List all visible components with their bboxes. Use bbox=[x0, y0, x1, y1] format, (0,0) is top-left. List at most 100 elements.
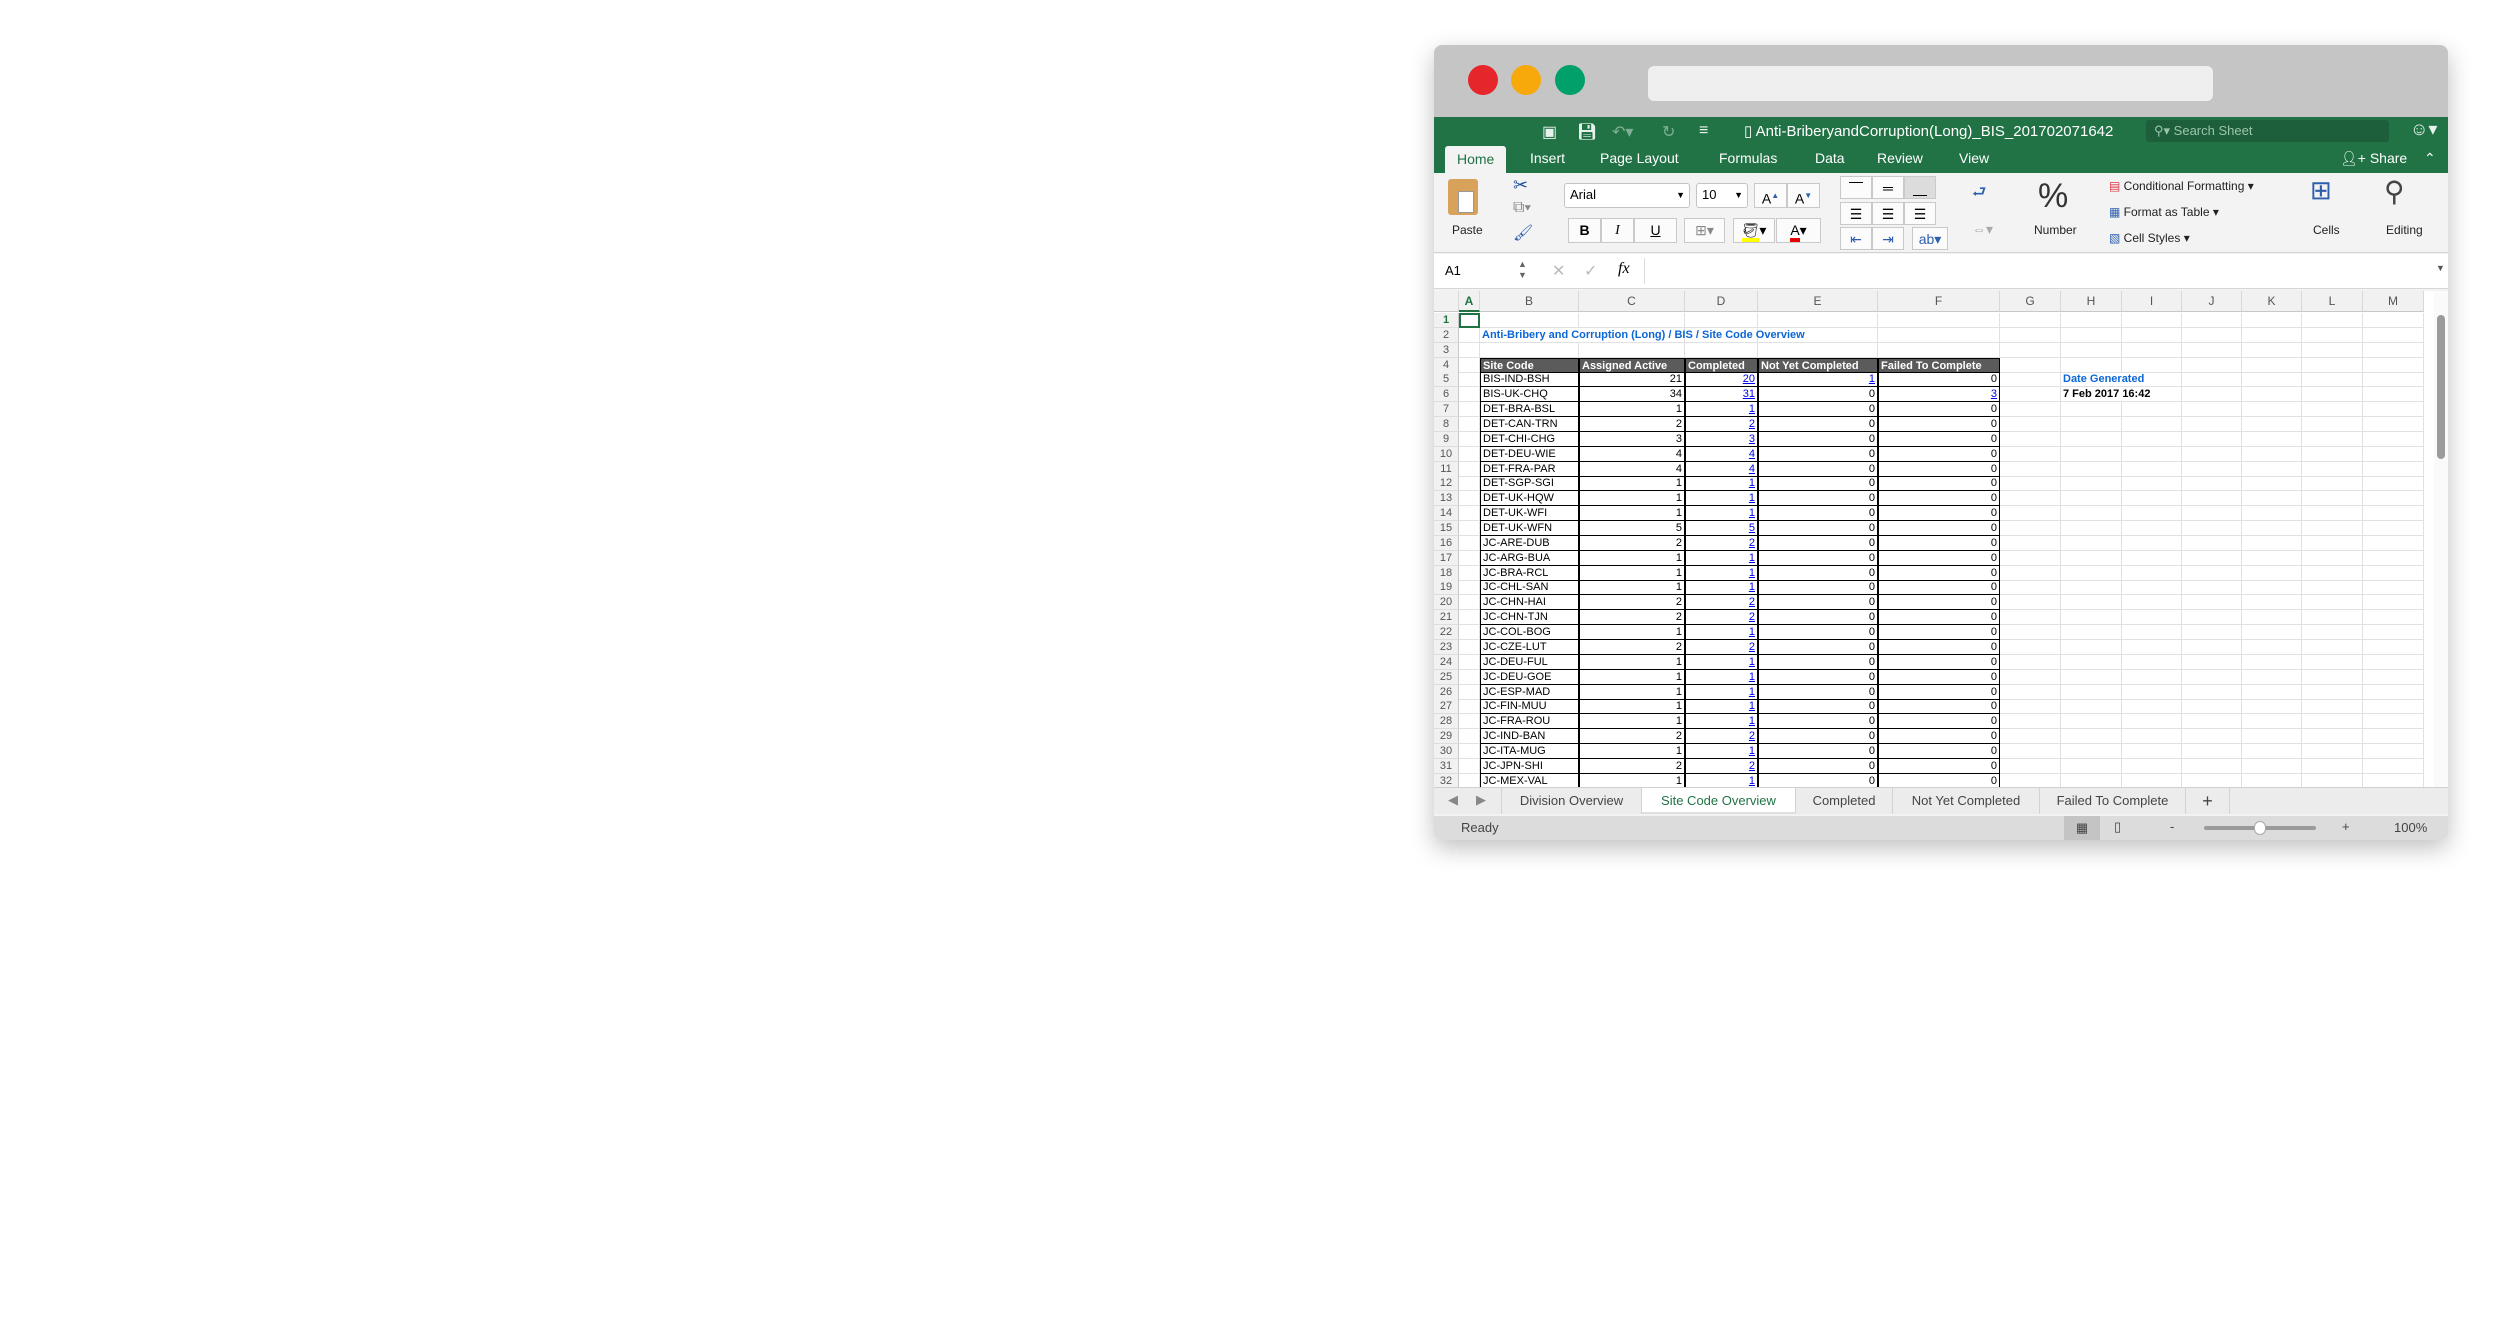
cell[interactable] bbox=[2122, 550, 2182, 566]
cell[interactable] bbox=[2363, 327, 2424, 343]
column-header-e[interactable]: E bbox=[1758, 291, 1878, 312]
table-header-cell[interactable]: Site Code bbox=[1480, 357, 1579, 373]
cell[interactable] bbox=[2122, 521, 2182, 537]
value-cell[interactable]: 0 bbox=[1758, 521, 1878, 537]
site-code-cell[interactable]: DET-DEU-WIE bbox=[1480, 446, 1579, 462]
row-header[interactable]: 27 bbox=[1434, 699, 1459, 715]
orientation-button[interactable]: ab▾ bbox=[1912, 227, 1948, 250]
row-header[interactable]: 4 bbox=[1434, 357, 1459, 373]
cell[interactable] bbox=[2122, 669, 2182, 685]
site-code-cell[interactable]: DET-CAN-TRN bbox=[1480, 417, 1579, 433]
expand-formula-bar-icon[interactable]: ▼ bbox=[2436, 263, 2445, 273]
site-code-cell[interactable]: JC-FRA-ROU bbox=[1480, 714, 1579, 730]
cell[interactable] bbox=[2182, 729, 2242, 745]
align-middle-button[interactable]: ═ bbox=[1872, 176, 1904, 199]
cell[interactable] bbox=[2242, 491, 2302, 507]
cell[interactable] bbox=[2182, 327, 2242, 343]
cell[interactable] bbox=[2302, 491, 2363, 507]
site-code-cell[interactable]: JC-DEU-GOE bbox=[1480, 669, 1579, 685]
value-link[interactable]: 1 bbox=[1685, 491, 1758, 507]
value-cell[interactable]: 0 bbox=[1758, 699, 1878, 715]
value-cell[interactable]: 0 bbox=[1758, 565, 1878, 581]
site-code-cell[interactable]: JC-ESP-MAD bbox=[1480, 684, 1579, 700]
undo-icon[interactable]: ↶▾ bbox=[1612, 122, 1633, 142]
cell[interactable] bbox=[1459, 506, 1480, 522]
row-header[interactable]: 9 bbox=[1434, 431, 1459, 447]
value-link[interactable]: 2 bbox=[1685, 595, 1758, 611]
value-link[interactable]: 2 bbox=[1685, 417, 1758, 433]
cell[interactable] bbox=[2000, 625, 2061, 641]
cell[interactable] bbox=[2182, 580, 2242, 596]
cell[interactable] bbox=[2302, 417, 2363, 433]
value-cell[interactable]: 1 bbox=[1579, 743, 1685, 759]
value-cell[interactable]: 2 bbox=[1579, 535, 1685, 551]
cell[interactable] bbox=[2061, 550, 2122, 566]
value-cell[interactable]: 1 bbox=[1579, 654, 1685, 670]
cell[interactable] bbox=[1758, 313, 1878, 328]
tab-data[interactable]: Data bbox=[1815, 150, 1845, 166]
cell[interactable] bbox=[2000, 461, 2061, 477]
cell[interactable] bbox=[2302, 372, 2363, 388]
cell[interactable] bbox=[2061, 506, 2122, 522]
cell[interactable] bbox=[2182, 758, 2242, 774]
cell[interactable] bbox=[2182, 714, 2242, 730]
cell[interactable] bbox=[2242, 431, 2302, 447]
sheet-tab-site-code-overview[interactable]: Site Code Overview bbox=[1642, 788, 1796, 814]
sheet-title[interactable]: Anti-Bribery and Corruption (Long) / BIS… bbox=[1480, 328, 1805, 343]
value-link[interactable]: 2 bbox=[1685, 729, 1758, 745]
cell[interactable] bbox=[2242, 758, 2302, 774]
cell[interactable] bbox=[2122, 535, 2182, 551]
value-cell[interactable]: 0 bbox=[1758, 431, 1878, 447]
value-cell[interactable]: 0 bbox=[1758, 446, 1878, 462]
cell[interactable] bbox=[1459, 417, 1480, 433]
cell[interactable] bbox=[2000, 327, 2061, 343]
value-cell[interactable]: 0 bbox=[1758, 773, 1878, 787]
row-header[interactable]: 12 bbox=[1434, 476, 1459, 492]
cell[interactable] bbox=[2242, 550, 2302, 566]
value-cell[interactable]: 0 bbox=[1758, 610, 1878, 626]
cell[interactable] bbox=[2182, 313, 2242, 328]
cell[interactable] bbox=[2302, 402, 2363, 418]
close-button[interactable] bbox=[1468, 65, 1498, 95]
cell[interactable] bbox=[2122, 595, 2182, 611]
cell[interactable] bbox=[2061, 521, 2122, 537]
number-format-label[interactable]: Number bbox=[2034, 223, 2077, 237]
cell[interactable] bbox=[1459, 446, 1480, 462]
value-cell[interactable]: 2 bbox=[1579, 758, 1685, 774]
site-code-cell[interactable]: JC-ITA-MUG bbox=[1480, 743, 1579, 759]
editing-label[interactable]: Editing bbox=[2386, 223, 2423, 237]
value-cell[interactable]: 0 bbox=[1878, 417, 2000, 433]
cell[interactable] bbox=[1459, 372, 1480, 388]
cell[interactable] bbox=[2000, 431, 2061, 447]
increase-indent-button[interactable]: ⇥ bbox=[1872, 227, 1904, 250]
cell[interactable] bbox=[2363, 625, 2424, 641]
cell[interactable] bbox=[2122, 625, 2182, 641]
cell[interactable] bbox=[2000, 476, 2061, 492]
cell[interactable] bbox=[2242, 669, 2302, 685]
cell[interactable] bbox=[1459, 743, 1480, 759]
cell[interactable] bbox=[2122, 699, 2182, 715]
value-cell[interactable]: 1 bbox=[1579, 669, 1685, 685]
cell[interactable] bbox=[1459, 580, 1480, 596]
value-link[interactable]: 2 bbox=[1685, 610, 1758, 626]
row-header[interactable]: 23 bbox=[1434, 639, 1459, 655]
value-link[interactable]: 1 bbox=[1685, 565, 1758, 581]
cell[interactable] bbox=[2000, 535, 2061, 551]
cell[interactable] bbox=[2302, 535, 2363, 551]
cell[interactable] bbox=[2061, 743, 2122, 759]
value-cell[interactable]: 4 bbox=[1579, 446, 1685, 462]
cell[interactable] bbox=[2302, 699, 2363, 715]
row-header[interactable]: 20 bbox=[1434, 595, 1459, 611]
cell[interactable] bbox=[1459, 773, 1480, 787]
value-cell[interactable]: 0 bbox=[1878, 639, 2000, 655]
cell[interactable] bbox=[2182, 476, 2242, 492]
cell[interactable] bbox=[1459, 595, 1480, 611]
value-link[interactable]: 2 bbox=[1685, 535, 1758, 551]
paste-icon[interactable] bbox=[1448, 179, 1478, 215]
cell[interactable] bbox=[2000, 654, 2061, 670]
cell[interactable] bbox=[2182, 387, 2242, 403]
cell[interactable] bbox=[2061, 699, 2122, 715]
row-header[interactable]: 24 bbox=[1434, 654, 1459, 670]
cell-styles-button[interactable]: ▧ Cell Styles ▾ bbox=[2109, 231, 2190, 245]
font-color-button[interactable]: A▾ bbox=[1776, 218, 1821, 243]
